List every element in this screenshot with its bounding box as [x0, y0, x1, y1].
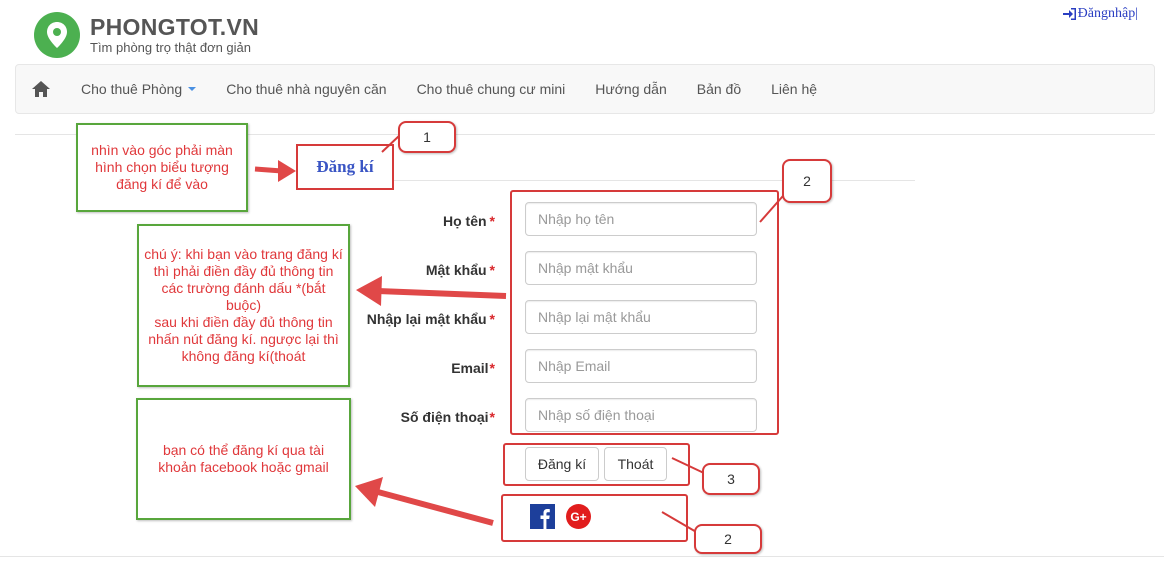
caret-down-icon: [188, 87, 197, 91]
nav-chung-cu-mini[interactable]: Cho thuê chung cư mini: [402, 81, 581, 97]
nav-label: Liên hệ: [771, 81, 818, 97]
site-logo[interactable]: PHONGTOT.VN Tìm phòng trọ thật đơn giản: [34, 12, 259, 58]
label-email: Email*: [451, 360, 495, 376]
main-navbar: Cho thuê Phòng Cho thuê nhà nguyên căn C…: [15, 64, 1155, 114]
nav-label: Bản đồ: [696, 81, 742, 97]
nav-label: Cho thuê Phòng: [81, 81, 183, 97]
form-fields-highlight: [510, 190, 779, 435]
home-button[interactable]: [16, 80, 66, 98]
label-so-dien-thoai: Số điện thoại*: [400, 409, 495, 425]
nav-lien-he[interactable]: Liên hệ: [756, 81, 832, 97]
label-ho-ten: Họ tên *: [442, 213, 495, 229]
note-top: nhìn vào góc phải màn hình chọn biểu tượ…: [76, 123, 248, 212]
nav-label: Cho thuê nhà nguyên căn: [226, 81, 387, 97]
logo-title: PHONGTOT.VN: [90, 14, 260, 40]
callout-number-1: 1: [398, 121, 456, 153]
home-icon: [32, 81, 50, 97]
logo-subtitle: Tìm phòng trọ thật đơn giản: [90, 40, 252, 55]
nav-ban-do[interactable]: Bản đồ: [682, 81, 756, 97]
note-bottom: bạn có thể đăng kí qua tài khoản faceboo…: [136, 398, 351, 520]
nav-cho-thue-phong[interactable]: Cho thuê Phòng: [66, 81, 211, 97]
social-highlight: [501, 494, 688, 542]
callout-number-3: 3: [702, 463, 760, 495]
login-label: Đăngnhập|: [1077, 6, 1138, 21]
login-link[interactable]: Đăngnhập|: [1062, 6, 1138, 22]
sign-in-icon: [1062, 8, 1076, 20]
callout-number-2-social: 2: [694, 524, 762, 554]
nav-cho-thue-nha[interactable]: Cho thuê nhà nguyên căn: [211, 81, 401, 97]
label-mat-khau: Mật khẩu *: [425, 262, 495, 278]
page-title: Đăng kí: [296, 144, 394, 190]
divider: [0, 556, 1164, 557]
nav-huong-dan[interactable]: Hướng dẫn: [580, 81, 681, 97]
buttons-highlight: [503, 443, 690, 486]
nav-label: Hướng dẫn: [595, 81, 667, 97]
callout-number-2: 2: [782, 159, 832, 203]
label-nhap-lai-mat-khau: Nhập lại mật khẩu *: [366, 311, 495, 327]
map-pin-icon: [34, 12, 80, 58]
note-middle: chú ý: khi bạn vào trang đăng kí thì phả…: [137, 224, 350, 387]
nav-label: Cho thuê chung cư mini: [416, 81, 566, 97]
